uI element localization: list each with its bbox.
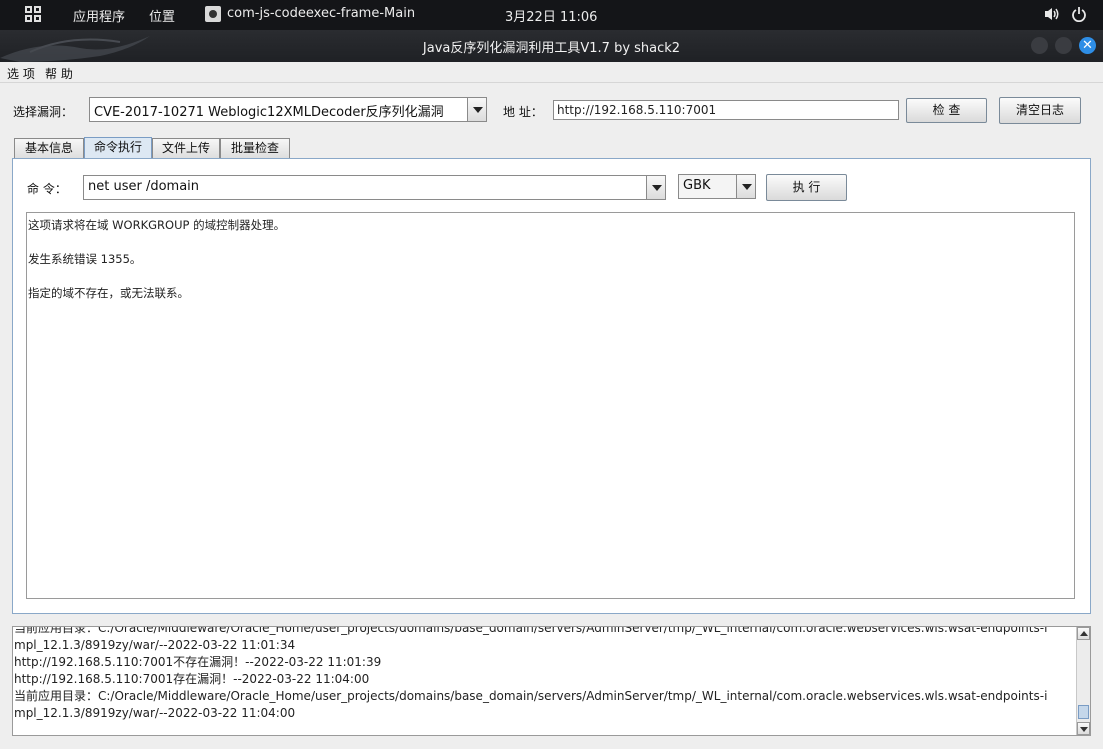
clear-log-button[interactable]: 清空日志	[999, 97, 1081, 124]
scroll-down-arrow-icon[interactable]	[1077, 722, 1090, 735]
log-line: 当前应用目录：C:/Oracle/Middleware/Oracle_Home/…	[14, 689, 1048, 703]
active-window-name[interactable]: com-js-codeexec-frame-Main	[227, 6, 415, 21]
menu-bar: 选 项 帮 助	[0, 62, 1103, 83]
command-input[interactable]: net user /domain	[83, 175, 666, 200]
minimize-button[interactable]	[1031, 37, 1048, 54]
window-title: Java反序列化漏洞利用工具V1.7 by shack2	[422, 41, 681, 56]
clock[interactable]: 3月22日 11:06	[505, 6, 597, 25]
vuln-select-label: 选择漏洞：	[13, 105, 74, 119]
output-line: 这项请求将在域 WORKGROUP 的域控制器处理。	[28, 218, 286, 232]
execute-button[interactable]: 执 行	[766, 174, 847, 201]
encoding-select[interactable]: GBK	[678, 174, 756, 199]
close-icon: ✕	[1082, 38, 1093, 53]
places-menu[interactable]: 位置	[149, 6, 175, 25]
menu-options[interactable]: 选 项	[7, 65, 35, 82]
address-input[interactable]	[553, 100, 899, 120]
log-line: mpl_12.1.3/8919zy/war/--2022-03-22 11:04…	[14, 706, 296, 720]
maximize-button[interactable]	[1055, 37, 1072, 54]
close-button[interactable]: ✕	[1079, 37, 1096, 54]
log-scrollbar[interactable]	[1076, 627, 1090, 735]
vuln-select[interactable]: CVE-2017-10271 Weblogic12XMLDecoder反序列化漏…	[89, 97, 487, 122]
check-button[interactable]: 检 查	[906, 98, 987, 123]
log-line: 当前应用目录：C:/Oracle/Middleware/Oracle_Home/…	[14, 626, 1048, 635]
scroll-up-arrow-icon[interactable]	[1077, 627, 1090, 640]
log-area[interactable]: 当前应用目录：C:/Oracle/Middleware/Oracle_Home/…	[12, 626, 1091, 736]
address-label: 地 址：	[503, 105, 543, 119]
apps-grid-icon[interactable]	[25, 6, 41, 22]
tab-basic-info[interactable]: 基本信息	[14, 138, 84, 158]
tab-command-exec[interactable]: 命令执行	[84, 137, 152, 158]
output-line: 发生系统错误 1355。	[28, 252, 142, 266]
menu-help[interactable]: 帮 助	[45, 65, 73, 82]
output-line: 指定的域不存在，或无法联系。	[28, 286, 189, 300]
command-output-area[interactable]: 这项请求将在域 WORKGROUP 的域控制器处理。 发生系统错误 1355。 …	[26, 212, 1075, 599]
chevron-down-icon[interactable]	[467, 98, 486, 121]
chevron-down-icon[interactable]	[736, 175, 755, 198]
encoding-select-value: GBK	[683, 178, 711, 193]
log-line: mpl_12.1.3/8919zy/war/--2022-03-22 11:01…	[14, 638, 296, 652]
applications-menu[interactable]: 应用程序	[73, 6, 125, 25]
window-title-bar[interactable]: Java反序列化漏洞利用工具V1.7 by shack2 ✕	[0, 30, 1103, 62]
log-lines: 当前应用目录：C:/Oracle/Middleware/Oracle_Home/…	[14, 626, 1076, 722]
java-app-icon	[205, 6, 221, 22]
log-line: http://192.168.5.110:7001不存在漏洞！--2022-03…	[14, 655, 382, 669]
chevron-down-icon[interactable]	[646, 176, 665, 199]
command-label: 命 令：	[27, 182, 67, 196]
tab-batch-check[interactable]: 批量检查	[220, 138, 290, 158]
command-input-value[interactable]: net user /domain	[88, 179, 643, 194]
vuln-select-value: CVE-2017-10271 Weblogic12XMLDecoder反序列化漏…	[94, 105, 444, 120]
scrollbar-thumb[interactable]	[1078, 705, 1089, 719]
log-line: http://192.168.5.110:7001存在漏洞！--2022-03-…	[14, 672, 370, 686]
system-top-bar: 应用程序 位置 com-js-codeexec-frame-Main 3月22日…	[0, 0, 1103, 30]
power-icon[interactable]	[1071, 6, 1087, 22]
volume-icon[interactable]	[1043, 6, 1061, 22]
address-input-field[interactable]	[554, 101, 898, 119]
tab-file-upload[interactable]: 文件上传	[152, 138, 220, 158]
